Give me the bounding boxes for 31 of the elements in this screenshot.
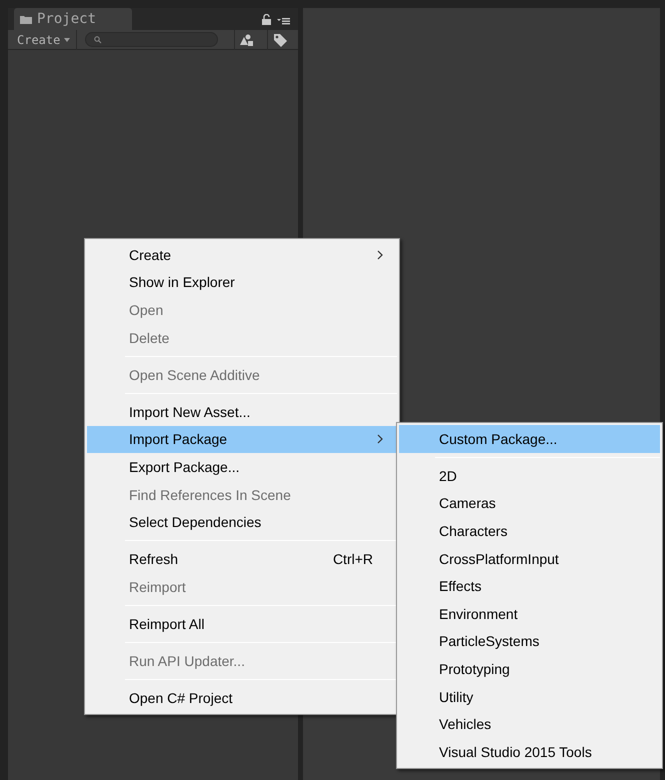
menu-item[interactable]: Custom Package... <box>399 425 660 453</box>
menu-item[interactable]: Import Package <box>87 426 397 454</box>
search-icon <box>94 36 102 44</box>
menu-item[interactable]: ParticleSystems <box>399 628 660 656</box>
menu-item[interactable]: Import New Asset... <box>87 398 397 426</box>
folder-icon <box>20 14 32 24</box>
menu-item[interactable]: Select Dependencies <box>87 508 397 536</box>
menu-item[interactable]: Create <box>87 241 397 269</box>
tag-icon <box>272 32 287 46</box>
project-tab[interactable]: Project <box>14 8 132 30</box>
lock-icon[interactable] <box>262 14 271 25</box>
menu-item[interactable]: 2D <box>399 462 660 490</box>
menu-item[interactable]: Effects <box>399 572 660 600</box>
menu-item[interactable]: Reimport All <box>87 610 397 638</box>
menu-item[interactable]: Show in Explorer <box>87 268 397 296</box>
menu-item[interactable]: Vehicles <box>399 710 660 738</box>
menu-item[interactable]: Environment <box>399 600 660 628</box>
menu-item[interactable]: Export Package... <box>87 453 397 481</box>
menu-item[interactable]: Characters <box>399 517 660 545</box>
menu-item[interactable]: Open C# Project <box>87 684 397 712</box>
search-field[interactable] <box>85 32 218 47</box>
menu-item[interactable]: Utility <box>399 682 660 710</box>
shapes-icon <box>240 34 254 46</box>
tab-label: Project <box>37 11 96 27</box>
menu-item[interactable]: Cameras <box>399 490 660 518</box>
menu-item[interactable]: CrossPlatformInput <box>399 544 660 572</box>
menu-item[interactable]: Prototyping <box>399 655 660 683</box>
menu-item[interactable]: Visual Studio 2015 Tools <box>399 738 660 766</box>
menu-item[interactable]: Refresh Ctrl+R <box>87 545 397 574</box>
menu-icon[interactable] <box>277 17 290 25</box>
caret-icon <box>64 38 70 42</box>
